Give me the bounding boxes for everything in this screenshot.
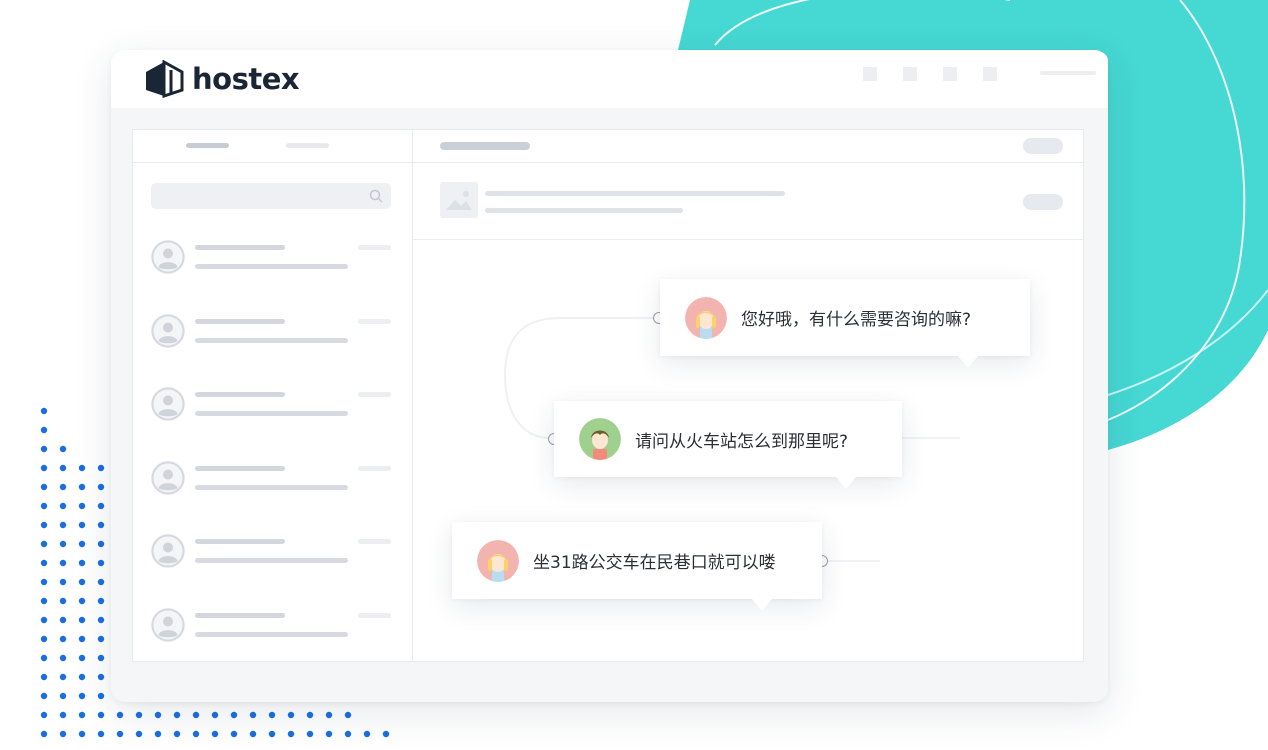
conversation-item[interactable] <box>151 387 393 427</box>
tab-inactive-placeholder[interactable] <box>286 143 329 148</box>
conversation-time-placeholder <box>358 539 391 544</box>
search-input[interactable] <box>151 183 391 209</box>
conversation-name-placeholder <box>195 319 285 324</box>
conversation-item[interactable] <box>151 534 393 574</box>
user-avatar-icon <box>151 314 185 348</box>
message-text: 坐31路公交车在民巷口就可以喽 <box>533 553 776 573</box>
search-icon <box>369 189 383 203</box>
message-bubble-host[interactable]: 您好哦，有什么需要咨询的嘛? <box>660 279 1030 368</box>
conversation-list-pane <box>133 130 413 661</box>
image-placeholder-icon <box>440 182 478 218</box>
conversation-time-placeholder <box>358 245 391 250</box>
listing-title-placeholder <box>485 191 785 196</box>
conversation-name-placeholder <box>195 466 285 471</box>
conversation-time-placeholder <box>358 613 391 618</box>
message-text: 请问从火车站怎么到那里呢? <box>635 431 849 452</box>
user-avatar-icon <box>151 387 185 421</box>
conversation-name-placeholder <box>195 245 285 250</box>
chat-title-placeholder <box>440 142 530 150</box>
user-avatar-icon <box>151 240 185 274</box>
house-logo-icon <box>146 60 184 98</box>
chat-action-button[interactable] <box>1023 138 1063 154</box>
conversation-preview-placeholder <box>195 485 348 490</box>
user-avatar-icon <box>151 534 185 568</box>
conversation-time-placeholder <box>358 466 391 471</box>
conversation-item[interactable] <box>151 240 393 280</box>
hostex-logo[interactable]: hostex <box>144 59 300 99</box>
chat-header <box>413 130 1083 163</box>
conversation-name-placeholder <box>195 392 285 397</box>
listing-subtitle-placeholder <box>485 208 683 213</box>
user-avatar-icon <box>151 461 185 495</box>
girl-avatar-icon <box>477 539 519 582</box>
boy-avatar-icon <box>579 418 621 460</box>
conversation-time-placeholder <box>358 392 391 397</box>
app-window: hostex <box>111 50 1108 702</box>
conversation-item[interactable] <box>151 608 393 648</box>
conversation-tabs <box>133 130 412 163</box>
conversation-name-placeholder <box>195 539 285 544</box>
header-menu-placeholder[interactable] <box>1040 71 1096 75</box>
conversation-item[interactable] <box>151 461 393 501</box>
window-control-icon[interactable] <box>903 67 917 81</box>
conversation-time-placeholder <box>358 319 391 324</box>
brand-name: hostex <box>192 62 300 96</box>
conversation-name-placeholder <box>195 613 285 618</box>
conversation-item[interactable] <box>151 314 393 354</box>
conversation-preview-placeholder <box>195 338 348 343</box>
listing-info-row <box>413 163 1083 240</box>
listing-action-button[interactable] <box>1023 194 1063 210</box>
conversation-preview-placeholder <box>195 264 348 269</box>
message-bubble-host[interactable]: 坐31路公交车在民巷口就可以喽 <box>452 522 822 611</box>
message-bubble-guest[interactable]: 请问从火车站怎么到那里呢? <box>554 401 902 489</box>
girl-avatar-icon <box>685 296 727 339</box>
user-avatar-icon <box>151 608 185 642</box>
conversation-preview-placeholder <box>195 558 348 563</box>
conversation-preview-placeholder <box>195 632 348 637</box>
conversation-preview-placeholder <box>195 411 348 416</box>
tab-active-placeholder[interactable] <box>186 143 229 148</box>
message-text: 您好哦，有什么需要咨询的嘛? <box>741 310 972 330</box>
app-header: hostex <box>111 50 1108 108</box>
window-control-icon[interactable] <box>863 67 877 81</box>
window-control-icon[interactable] <box>943 67 957 81</box>
window-control-icon[interactable] <box>983 67 997 81</box>
